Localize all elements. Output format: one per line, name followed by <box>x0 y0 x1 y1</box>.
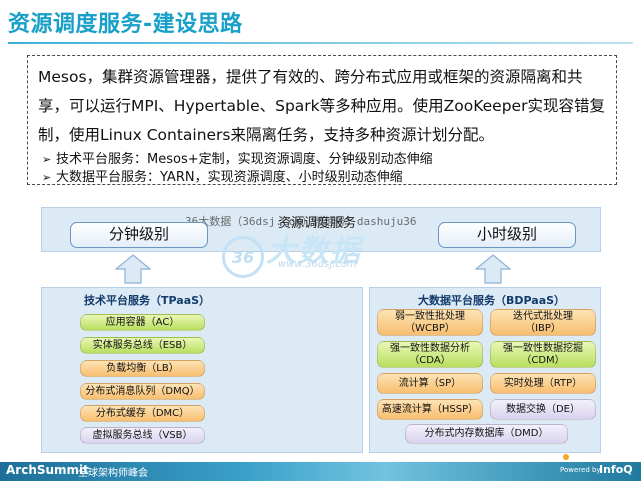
up-arrow-icon <box>115 254 151 284</box>
chip-cda: 强一致性数据分析 （CDA） <box>377 341 483 368</box>
infoq-dot-icon <box>563 454 569 460</box>
footer-brand: ArchSummit <box>6 463 89 477</box>
chip-line: 弱一致性批处理 <box>395 310 465 322</box>
bullet-arrow-icon: ➢ <box>42 171 52 184</box>
chip-vsb: 虚拟服务总线（VSB） <box>80 427 205 444</box>
chip-dmc: 分布式缓存（DMC） <box>80 405 205 422</box>
bullet-arrow-icon: ➢ <box>42 153 52 166</box>
bullet-bigdata-platform: ➢ 大数据平台服务：YARN，实现资源调度、小时级别动态伸缩 <box>38 169 606 187</box>
footer-infoq-logo: InfoQ <box>599 463 633 476</box>
bigdata-panel-title: 大数据平台服务（BDPaaS） <box>418 294 566 307</box>
bullet-tech-platform: ➢ 技术平台服务：Mesos+定制，实现资源调度、分钟级别动态伸缩 <box>38 151 606 169</box>
chip-line: （IBP） <box>525 322 561 334</box>
intro-textbox: Mesos，集群资源管理器，提供了有效的、跨分布式应用或框架的资源隔离和共享，可… <box>27 55 617 185</box>
chip-line: 强一致性数据挖掘 <box>503 342 583 354</box>
chip-wcbp: 弱一致性批处理 （WCBP） <box>377 309 483 336</box>
tech-panel-title: 技术平台服务（TPaaS） <box>84 294 211 307</box>
chip-line: 迭代式批处理 <box>513 310 573 322</box>
hour-level-box: 小时级别 <box>438 222 576 248</box>
footer-subtitle: 全球架构师峰会 <box>78 468 148 479</box>
slide: 资源调度服务-建设思路 Mesos，集群资源管理器，提供了有效的、跨分布式应用或… <box>0 0 641 481</box>
up-arrow-icon <box>475 254 511 284</box>
chip-ibp: 迭代式批处理 （IBP） <box>490 309 596 336</box>
footer-powered-by: Powered by <box>560 466 601 474</box>
slide-title: 资源调度服务-建设思路 <box>8 12 243 37</box>
chip-line: （CDA） <box>409 354 451 366</box>
chip-app-container: 应用容器（AC） <box>80 314 205 331</box>
chip-load-balancer: 负载均衡（LB） <box>80 360 205 377</box>
intro-paragraph: Mesos，集群资源管理器，提供了有效的、跨分布式应用或框架的资源隔离和共享，可… <box>38 68 605 144</box>
chip-dmq: 分布式消息队列（DMQ） <box>80 383 205 400</box>
bullet-text: 大数据平台服务：YARN，实现资源调度、小时级别动态伸缩 <box>56 170 403 185</box>
chip-cdm: 强一致性数据挖掘 （CDM） <box>490 341 596 368</box>
chip-dmd: 分布式内存数据库（DMD） <box>405 424 568 444</box>
logo-url: www.36dsj.com <box>278 259 357 270</box>
chip-rtp: 实时处理（RTP） <box>490 373 596 394</box>
bullet-text: 技术平台服务：Mesos+定制，实现资源调度、分钟级别动态伸缩 <box>56 152 433 167</box>
title-underline <box>8 42 633 44</box>
chip-line: （CDM） <box>521 354 565 366</box>
chip-hssp: 高速流计算（HSSP） <box>377 399 483 420</box>
chip-line: 强一致性数据分析 <box>390 342 470 354</box>
chip-sp: 流计算（SP） <box>377 373 483 394</box>
chip-de: 数据交换（DE） <box>490 399 596 420</box>
logo-36-icon: 36 <box>222 236 264 278</box>
chip-line: （WCBP） <box>405 322 455 334</box>
minute-level-box: 分钟级别 <box>70 222 208 248</box>
chip-esb: 实体服务总线（ESB） <box>80 337 205 354</box>
